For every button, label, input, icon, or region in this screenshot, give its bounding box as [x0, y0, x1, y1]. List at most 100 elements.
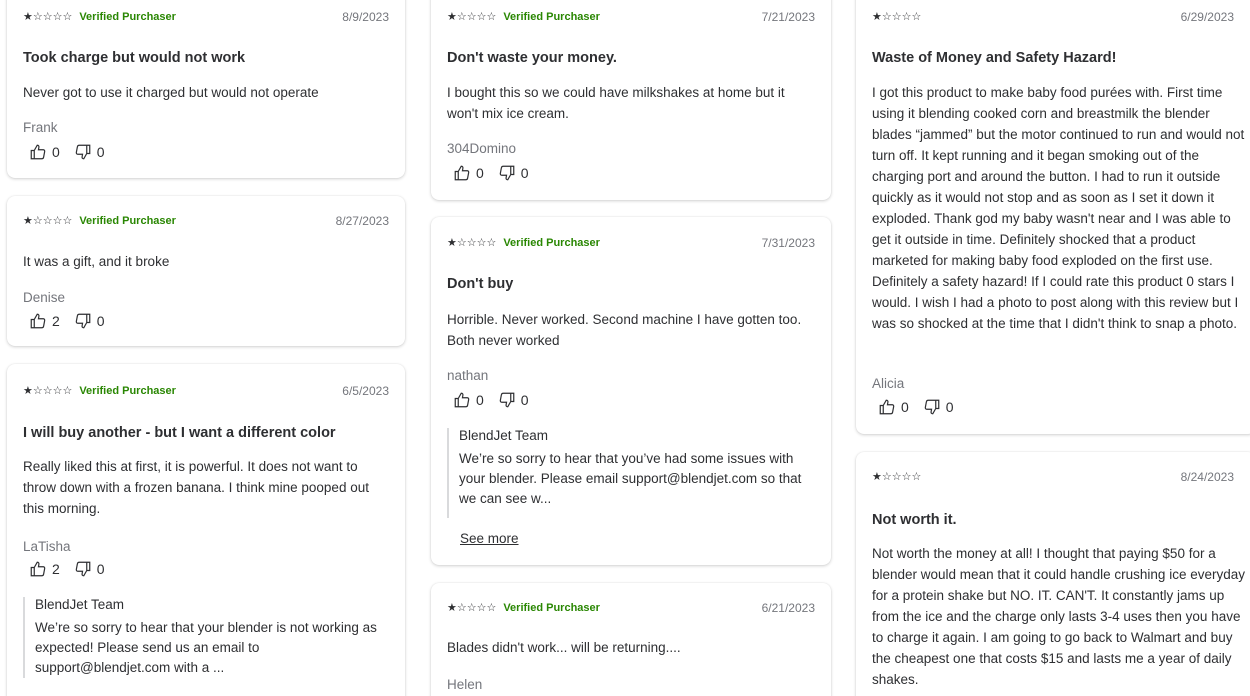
review-date: 8/24/2023 [1180, 470, 1234, 484]
review-author: Frank [23, 120, 58, 135]
unhelpful-button[interactable]: 0 [74, 560, 105, 578]
review-date: 6/29/2023 [1180, 10, 1234, 24]
star-rating: ★☆☆☆☆ [447, 10, 497, 23]
verified-badge: Verified Purchaser [503, 11, 600, 23]
helpful-button[interactable]: 0 [453, 391, 484, 409]
review-card: ★☆☆☆☆ Verified Purchaser 7/21/2023 Don't… [431, 0, 831, 200]
unhelpful-count: 0 [945, 399, 954, 415]
review-card: ★☆☆☆☆ Verified Purchaser 8/27/2023 It wa… [7, 196, 405, 346]
helpful-count: 0 [476, 165, 484, 181]
unhelpful-count: 0 [520, 165, 529, 181]
thumbs-down-icon [499, 165, 515, 181]
thumbs-down-icon [75, 144, 91, 160]
review-body: Blades didn't work... will be returning.… [447, 640, 681, 655]
review-date: 6/21/2023 [761, 601, 815, 615]
review-title: Took charge but would not work [23, 50, 246, 66]
review-title: Don't waste your money. [447, 50, 617, 66]
helpful-button[interactable]: 0 [878, 398, 909, 416]
review-title: I will buy another - but I want a differ… [23, 425, 336, 441]
verified-badge: Verified Purchaser [79, 385, 176, 397]
review-body: Horrible. Never worked. Second machine I… [447, 312, 802, 348]
review-body: I got this product to make baby food pur… [872, 85, 1245, 331]
thumbs-up-icon [879, 399, 895, 415]
review-body: I bought this so we could have milkshake… [447, 85, 785, 121]
review-date: 8/27/2023 [335, 214, 389, 228]
helpful-count: 0 [52, 144, 60, 160]
star-rating: ★☆☆☆☆ [23, 10, 73, 23]
review-date: 8/9/2023 [342, 10, 389, 24]
helpful-button[interactable]: 0 [29, 143, 60, 161]
vote-row: 0 0 [453, 391, 543, 409]
star-rating: ★☆☆☆☆ [23, 214, 73, 227]
review-author: Helen [447, 677, 483, 692]
verified-badge: Verified Purchaser [79, 215, 176, 227]
review-card: ★☆☆☆☆ 8/24/2023 Not worth it. Not worth … [856, 452, 1250, 696]
reply-text: We’re so sorry to hear that you’ve had s… [459, 451, 802, 506]
verified-badge: Verified Purchaser [79, 11, 176, 23]
review-date: 7/21/2023 [761, 10, 815, 24]
unhelpful-count: 0 [96, 561, 105, 577]
star-rating: ★☆☆☆☆ [872, 470, 922, 483]
helpful-button[interactable]: 0 [453, 164, 484, 182]
seller-reply: BlendJet Team We’re so sorry to hear tha… [447, 428, 815, 518]
unhelpful-button[interactable]: 0 [74, 143, 105, 161]
review-author: nathan [447, 368, 489, 383]
reply-author: BlendJet Team [35, 597, 125, 612]
see-more-link[interactable]: See more [460, 531, 519, 546]
thumbs-down-icon [75, 313, 91, 329]
vote-row: 2 0 [29, 312, 119, 330]
helpful-count: 2 [52, 561, 60, 577]
review-title: Not worth it. [872, 512, 957, 528]
review-author: 304Domino [447, 141, 517, 156]
thumbs-down-icon [924, 399, 940, 415]
reply-text: We’re so sorry to hear that your blender… [35, 620, 377, 675]
vote-row: 0 0 [878, 398, 968, 416]
review-card: ★☆☆☆☆ Verified Purchaser 7/31/2023 Don't… [431, 217, 831, 565]
thumbs-down-icon [75, 561, 91, 577]
review-body: Really liked this at first, it is powerf… [23, 459, 369, 516]
review-card: ★☆☆☆☆ Verified Purchaser 8/9/2023 Took c… [7, 0, 405, 178]
review-body: Not worth the money at all! I thought th… [872, 546, 1245, 687]
unhelpful-count: 0 [520, 392, 529, 408]
star-rating: ★☆☆☆☆ [23, 384, 73, 397]
thumbs-up-icon [454, 392, 470, 408]
unhelpful-count: 0 [96, 144, 105, 160]
review-card: ★☆☆☆☆ Verified Purchaser 6/5/2023 I will… [7, 364, 405, 696]
vote-row: 0 0 [29, 143, 119, 161]
helpful-button[interactable]: 2 [29, 560, 60, 578]
helpful-count: 0 [901, 399, 909, 415]
seller-reply: BlendJet Team We’re so sorry to hear tha… [23, 597, 389, 678]
review-card: ★☆☆☆☆ 6/29/2023 Waste of Money and Safet… [856, 0, 1250, 434]
star-rating: ★☆☆☆☆ [872, 10, 922, 23]
review-card: ★☆☆☆☆ Verified Purchaser 6/21/2023 Blade… [431, 583, 831, 696]
thumbs-up-icon [30, 144, 46, 160]
reply-author: BlendJet Team [459, 428, 549, 443]
review-author: Denise [23, 290, 66, 305]
unhelpful-count: 0 [96, 313, 105, 329]
vote-row: 2 0 [29, 560, 119, 578]
review-title: Don't buy [447, 276, 514, 292]
verified-badge: Verified Purchaser [503, 237, 600, 249]
unhelpful-button[interactable]: 0 [923, 398, 954, 416]
vote-row: 0 0 [453, 164, 543, 182]
thumbs-down-icon [499, 392, 515, 408]
review-author: Alicia [872, 376, 905, 391]
helpful-count: 2 [52, 313, 60, 329]
helpful-button[interactable]: 2 [29, 312, 60, 330]
review-title: Waste of Money and Safety Hazard! [872, 50, 1117, 66]
review-body: Never got to use it charged but would no… [23, 85, 319, 100]
review-author: LaTisha [23, 539, 71, 554]
review-body: It was a gift, and it broke [23, 254, 170, 269]
verified-badge: Verified Purchaser [503, 602, 600, 614]
unhelpful-button[interactable]: 0 [498, 391, 529, 409]
unhelpful-button[interactable]: 0 [74, 312, 105, 330]
unhelpful-button[interactable]: 0 [498, 164, 529, 182]
thumbs-up-icon [30, 313, 46, 329]
thumbs-up-icon [30, 561, 46, 577]
helpful-count: 0 [476, 392, 484, 408]
review-date: 6/5/2023 [342, 384, 389, 398]
thumbs-up-icon [454, 165, 470, 181]
star-rating: ★☆☆☆☆ [447, 601, 497, 614]
review-date: 7/31/2023 [761, 236, 815, 250]
star-rating: ★☆☆☆☆ [447, 236, 497, 249]
